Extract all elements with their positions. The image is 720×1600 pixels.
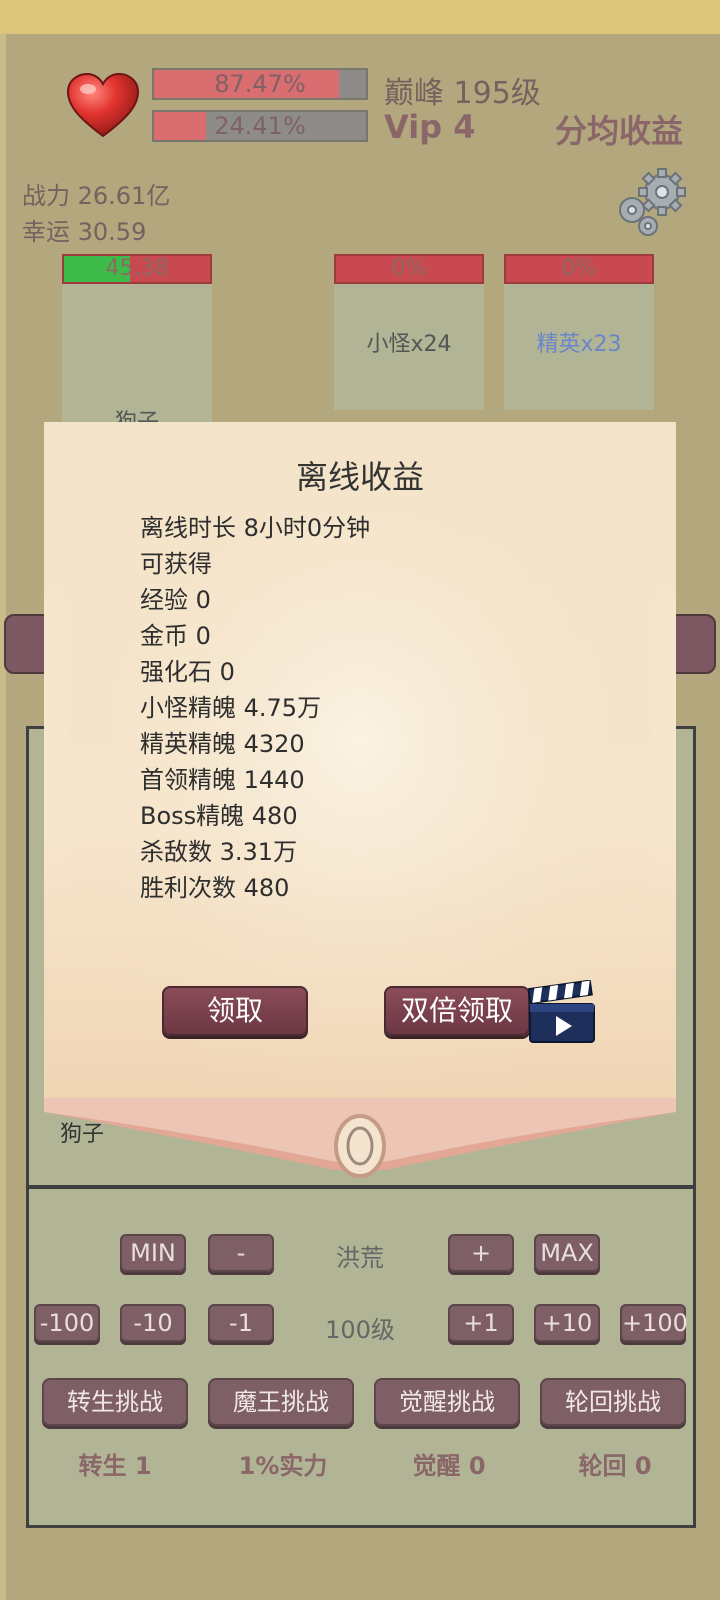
reward-gold: 金币 0 [140, 622, 211, 650]
power-stat: 战力 26.61亿 [22, 182, 171, 210]
exp-progress-bar: 87.47% [152, 68, 368, 100]
minion-card[interactable]: 0% 小怪x24 [334, 254, 484, 410]
pet-card[interactable]: 45.38 狗子 [62, 254, 212, 435]
claim-button[interactable]: 领取 [162, 986, 308, 1036]
obtainable-label: 可获得 [140, 550, 212, 578]
status-bar [0, 0, 720, 34]
heart-icon [66, 72, 140, 138]
reward-enhance-stone: 强化石 0 [140, 658, 235, 686]
luck-stat: 幸运 30.59 [22, 218, 147, 246]
difficulty-label: 洪荒 [336, 1244, 384, 1272]
plus-1-button[interactable]: +1 [448, 1304, 514, 1342]
minion-hp-text: 0% [391, 256, 427, 281]
minus-100-button[interactable]: -100 [34, 1304, 100, 1342]
peak-level: 巅峰 195级 [384, 76, 541, 111]
awaken-challenge-button[interactable]: 觉醒挑战 [374, 1378, 520, 1426]
minus-1-button[interactable]: -1 [208, 1304, 274, 1342]
plus-button[interactable]: + [448, 1234, 514, 1272]
minion-hp-bar: 0% [334, 254, 484, 284]
strength-percent: 1%实力 [238, 1452, 328, 1480]
vip-progress-text: 24.41% [214, 112, 306, 140]
minion-count: 小怪x24 [366, 332, 452, 357]
reward-exp: 经验 0 [140, 586, 211, 614]
minus-button[interactable]: - [208, 1234, 274, 1272]
max-button[interactable]: MAX [534, 1234, 600, 1272]
reward-kill-count: 杀敌数 3.31万 [140, 838, 298, 866]
pet-hp-bar: 45.38 [62, 254, 212, 284]
reward-elite-soul: 精英精魄 4320 [140, 730, 305, 758]
elite-hp-bar: 0% [504, 254, 654, 284]
left-edge [0, 34, 6, 1600]
minus-10-button[interactable]: -10 [120, 1304, 186, 1342]
dialog-title: 离线收益 [295, 458, 424, 496]
elite-card[interactable]: 0% 精英x23 [504, 254, 654, 410]
awaken-count: 觉醒 0 [412, 1452, 486, 1480]
reward-leader-soul: 首领精魄 1440 [140, 766, 305, 794]
min-button[interactable]: MIN [120, 1234, 186, 1272]
reward-win-count: 胜利次数 480 [140, 874, 290, 902]
offline-duration: 离线时长 8小时0分钟 [140, 514, 371, 542]
reincarnation-count: 轮回 0 [578, 1452, 652, 1480]
reincarnation-challenge-button[interactable]: 轮回挑战 [540, 1378, 686, 1426]
plus-10-button[interactable]: +10 [534, 1304, 600, 1342]
gear-icon[interactable] [612, 168, 690, 240]
pet-hp-text: 45.38 [105, 256, 169, 281]
rebirth-challenge-button[interactable]: 转生挑战 [42, 1378, 188, 1426]
avg-income-button[interactable]: 分均收益 [555, 106, 683, 152]
rebirth-count: 转生 1 [78, 1452, 152, 1480]
plus-100-button[interactable]: +100 [620, 1304, 688, 1342]
elite-count: 精英x23 [536, 332, 622, 357]
reward-boss-soul: Boss精魄 480 [140, 802, 298, 830]
vip-level[interactable]: Vip 4 [384, 108, 475, 146]
vip-progress-bar: 24.41% [152, 110, 368, 142]
demon-king-challenge-button[interactable]: 魔王挑战 [208, 1378, 354, 1426]
double-claim-button[interactable]: 双倍领取 [384, 986, 530, 1036]
exp-progress-text: 87.47% [214, 70, 306, 98]
stage-level-label: 100级 [325, 1316, 395, 1344]
reward-minion-soul: 小怪精魄 4.75万 [140, 694, 322, 722]
clapperboard-icon[interactable] [528, 980, 596, 1044]
elite-hp-text: 0% [561, 256, 597, 281]
